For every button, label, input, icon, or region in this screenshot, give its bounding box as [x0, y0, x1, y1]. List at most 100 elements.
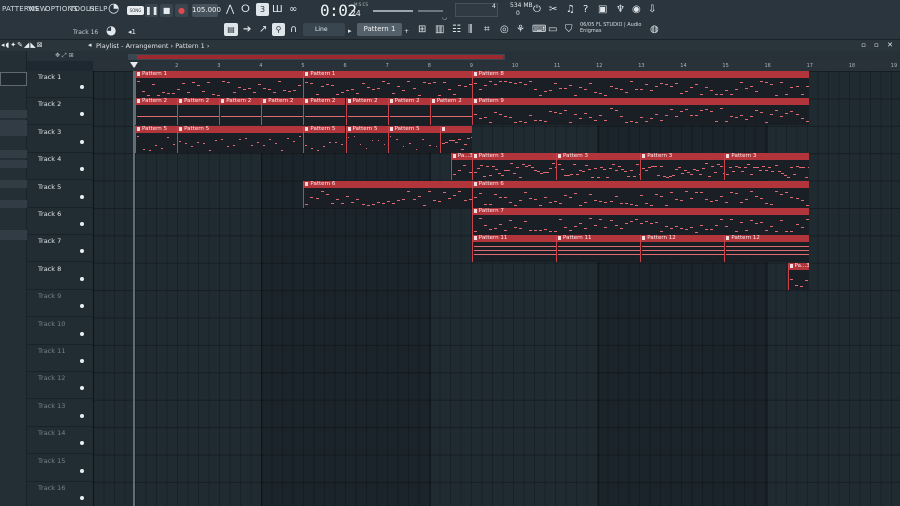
sidebar-folder[interactable]	[0, 120, 27, 128]
pattern-clip[interactable]: Pattern 2	[177, 98, 220, 126]
track-mute-led[interactable]	[80, 304, 84, 309]
playlist-grid[interactable]: Pattern 1 Pattern 1 Pattern 8 Pattern 2 Patt…	[93, 71, 900, 506]
pattern-clip[interactable]: Pattern 3	[640, 153, 725, 181]
pattern-clip[interactable]: Pattern 6	[303, 180, 472, 208]
track-header[interactable]: Track 1	[27, 71, 93, 98]
pattern-clip[interactable]: Pattern 9	[471, 98, 809, 126]
track-header[interactable]: Track 11	[27, 345, 93, 372]
master-volume-slider[interactable]	[373, 10, 413, 12]
track-mute-led[interactable]	[80, 194, 84, 199]
pattern-clip[interactable]: Pattern 12	[640, 235, 725, 263]
snap-selector[interactable]: Line	[303, 23, 345, 36]
track-mute-led[interactable]	[80, 359, 84, 363]
track-mute-led[interactable]	[80, 85, 84, 89]
pattern-clip[interactable]: Pattern 2	[135, 98, 178, 126]
sidebar-folder[interactable]	[0, 160, 27, 168]
pattern-clip[interactable]: Pattern 11	[556, 235, 641, 263]
brush-icon[interactable]: ↗	[259, 24, 267, 36]
pattern-clip[interactable]: Pattern 12	[724, 235, 809, 263]
track-mute-led[interactable]	[80, 276, 84, 281]
master-pitch-slider[interactable]	[418, 10, 443, 12]
touch-keyboard-icon[interactable]: ⌨	[532, 24, 546, 36]
globe-icon[interactable]: ◍	[650, 24, 659, 36]
pattern-clip[interactable]: Pa...3	[787, 262, 809, 290]
tempo-display[interactable]: 105.000	[192, 4, 221, 17]
track-mute-led[interactable]	[80, 222, 84, 226]
hint-knob-icon[interactable]: ◕	[106, 24, 116, 36]
track-mute-led[interactable]	[80, 496, 84, 500]
sidebar-folder[interactable]	[0, 200, 27, 208]
tuning-fork-icon[interactable]: ♆	[616, 4, 625, 16]
cart-icon[interactable]: ⛉	[565, 24, 573, 36]
pattern-clip[interactable]: Pa...3	[450, 153, 472, 181]
track-mute-led[interactable]	[80, 468, 84, 473]
pattern-clip[interactable]: Pattern 3	[556, 153, 641, 181]
metronome-icon[interactable]: ⋀	[226, 4, 234, 16]
track-header[interactable]: Track 12	[27, 372, 93, 400]
pattern-clip[interactable]: Pattern 2	[345, 98, 388, 126]
timeline-ruler[interactable]: 1 2 3 4 5 6 7 8 9 10 11 12 13 14 15 16 17 18 19	[93, 61, 900, 71]
pitch-reset-icon[interactable]: ◡	[442, 12, 447, 24]
cut-icon[interactable]: ✂	[549, 4, 557, 16]
piano-icon[interactable]: ▥	[435, 24, 444, 36]
track-mute-led[interactable]	[80, 139, 84, 144]
pattern-clip[interactable]	[440, 125, 472, 153]
countdown-icon[interactable]: 3	[256, 3, 269, 16]
playlist-menu-icon[interactable]: ◂	[88, 41, 92, 49]
track-mute-led[interactable]	[80, 441, 84, 446]
track-mute-led[interactable]	[80, 413, 84, 418]
pattern-clip[interactable]: Pattern 7	[471, 208, 809, 235]
track-header[interactable]: Track 15	[27, 455, 93, 482]
pattern-clip[interactable]: Pattern 5	[345, 125, 388, 153]
download-icon[interactable]: ⇩	[648, 4, 656, 16]
track-header[interactable]: Track 9	[27, 290, 93, 318]
sidebar-folder[interactable]	[0, 230, 27, 240]
target-icon[interactable]: ◂1	[128, 26, 136, 38]
pattern-clip[interactable]: Pattern 2	[303, 98, 346, 126]
pattern-selector[interactable]: Pattern 1	[357, 23, 402, 36]
pattern-clip[interactable]: Pattern 5	[177, 125, 304, 153]
pattern-clip[interactable]: Pattern 5	[387, 125, 441, 153]
pattern-arrow-icon[interactable]: ▸	[348, 25, 352, 37]
pattern-clip[interactable]: Pattern 6	[471, 180, 809, 208]
track-mute-led[interactable]	[80, 386, 84, 391]
sidebar-folder[interactable]	[0, 150, 27, 158]
zoom-icons[interactable]: ✥ ⤢ ⊞	[55, 52, 74, 60]
pattern-clip[interactable]: Pattern 5	[303, 125, 346, 153]
tempo-tapper-icon[interactable]: ◎	[500, 24, 509, 36]
link-icon[interactable]: ⚲	[272, 23, 285, 36]
loop-record-icon[interactable]: ∞	[289, 4, 297, 16]
stop-button[interactable]: ■	[160, 4, 173, 17]
playlist-tools-icons[interactable]: ◂◖✦✎◢◣⊠	[1, 41, 44, 49]
magnet-icon[interactable]: ∩	[290, 24, 297, 36]
pattern-clip[interactable]: Pattern 8	[471, 71, 809, 98]
plugin-picker-icon[interactable]: ⚘	[516, 24, 525, 36]
track-header[interactable]: Track 2	[27, 98, 93, 126]
sidebar-search-box[interactable]	[0, 72, 27, 86]
microphone-icon[interactable]: ♫	[566, 4, 575, 16]
pause-button[interactable]: ❚❚	[145, 4, 158, 17]
sidebar-folder[interactable]	[0, 180, 27, 188]
news-panel[interactable]: 06/05 FL STUDIO | Audio Enigmas	[580, 22, 641, 34]
chat-icon[interactable]: ◉	[632, 4, 641, 16]
track-header[interactable]: Track 14	[27, 427, 93, 455]
track-mute-led[interactable]	[80, 112, 84, 117]
track-header[interactable]: Track 8	[27, 263, 93, 290]
playhead-marker[interactable]	[130, 62, 138, 68]
save-icon[interactable]: ▣	[598, 4, 607, 16]
help-icon[interactable]: ?	[583, 4, 588, 16]
sidebar-folder[interactable]	[0, 110, 27, 118]
track-header[interactable]: Track 13	[27, 400, 93, 427]
piano-roll-icon[interactable]: ▤	[224, 23, 238, 36]
cpu-panel-icon[interactable]: ⏻	[533, 4, 541, 16]
track-header[interactable]: Track 3	[27, 126, 93, 153]
pattern-clip[interactable]: Pattern 2	[261, 98, 304, 126]
pattern-clip[interactable]: Pattern 2	[219, 98, 262, 126]
video-icon[interactable]: ▭	[548, 24, 557, 36]
track-header[interactable]: Track 7	[27, 235, 93, 263]
channel-rack-icon[interactable]: ☷	[452, 24, 461, 36]
track-mute-led[interactable]	[80, 167, 84, 172]
track-header[interactable]: Track 5	[27, 181, 93, 208]
song-mode-toggle[interactable]: SONG	[127, 6, 144, 15]
track-header[interactable]: Track 10	[27, 318, 93, 345]
